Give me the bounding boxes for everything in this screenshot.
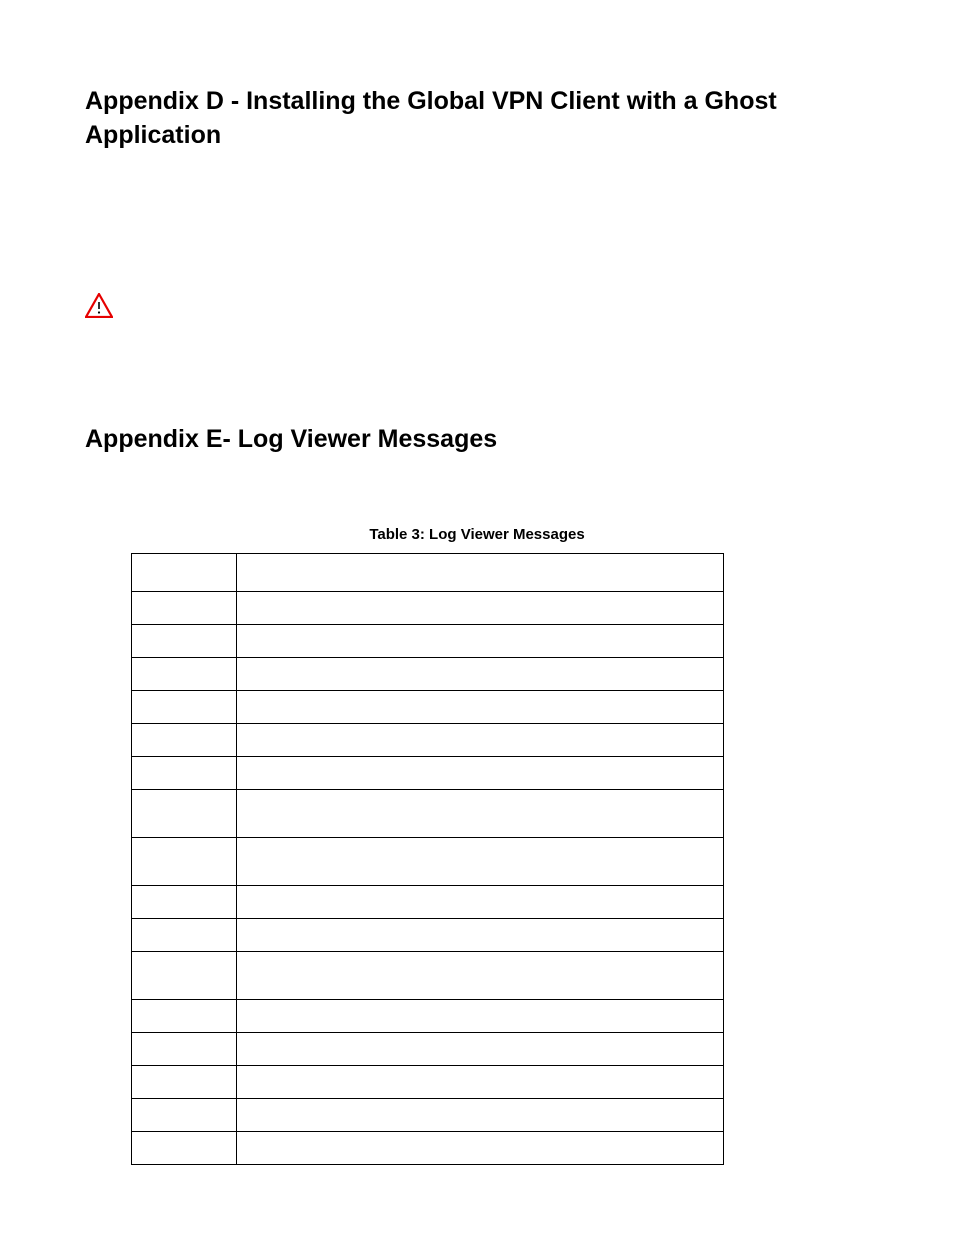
cell-type [132,592,237,625]
table-row [132,691,724,724]
cell-message [236,1099,723,1132]
cell-message [236,886,723,919]
cell-message [236,691,723,724]
cell-type [132,625,237,658]
table-row [132,838,724,886]
table-row [132,919,724,952]
table-caption: Table 3: Log Viewer Messages [85,526,869,543]
cell-message [236,554,723,592]
cell-type [132,554,237,592]
table-row [132,1033,724,1066]
cell-message [236,1000,723,1033]
cell-type [132,1099,237,1132]
cell-type [132,952,237,1000]
cell-message [236,1066,723,1099]
cell-message [236,625,723,658]
cell-message [236,790,723,838]
table-row [132,554,724,592]
table-row [132,1132,724,1165]
table-row [132,886,724,919]
table-row [132,1099,724,1132]
cell-message [236,757,723,790]
table-row [132,757,724,790]
appendix-e-heading: Appendix E- Log Viewer Messages [85,423,869,457]
table-row [132,724,724,757]
cell-message [236,919,723,952]
warning-icon [85,293,113,323]
cell-message [236,1132,723,1165]
cell-type [132,790,237,838]
cell-message [236,1033,723,1066]
cell-type [132,757,237,790]
log-viewer-table [131,553,724,1165]
cell-type [132,886,237,919]
cell-type [132,691,237,724]
cell-message [236,838,723,886]
cell-type [132,724,237,757]
table-row [132,658,724,691]
cell-type [132,1066,237,1099]
alert-block [85,293,869,323]
cell-message [236,592,723,625]
cell-message [236,724,723,757]
cell-type [132,919,237,952]
table-row [132,625,724,658]
table-row [132,592,724,625]
cell-type [132,1033,237,1066]
cell-message [236,658,723,691]
table-row [132,790,724,838]
table-row [132,1066,724,1099]
cell-type [132,1132,237,1165]
cell-type [132,1000,237,1033]
table-row [132,952,724,1000]
appendix-d-heading: Appendix D - Installing the Global VPN C… [85,85,869,153]
table-row [132,1000,724,1033]
cell-type [132,838,237,886]
cell-message [236,952,723,1000]
cell-type [132,658,237,691]
